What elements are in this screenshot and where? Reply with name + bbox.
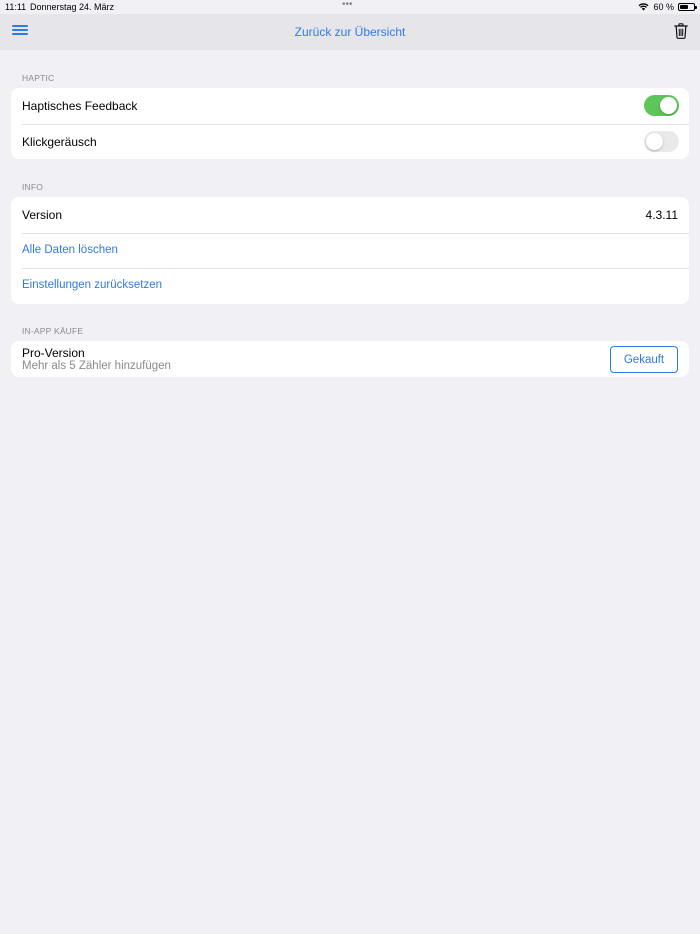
section-header-iap: IN-APP KÄUFE [22, 326, 84, 336]
haptic-feedback-label: Haptisches Feedback [22, 99, 138, 113]
version-value: 4.3.11 [645, 208, 678, 222]
battery-icon [678, 3, 697, 11]
delete-all-data-button[interactable]: Alle Daten löschen [22, 244, 118, 256]
pro-version-subtitle: Mehr als 5 Zähler hinzufügen [22, 360, 171, 372]
toggle-knob [660, 97, 677, 114]
status-date: Donnerstag 24. März [30, 2, 115, 12]
status-right: 60 % [638, 2, 697, 12]
section-header-info: INFO [22, 182, 44, 192]
delete-all-data-row[interactable]: Alle Daten löschen [11, 232, 689, 269]
click-sound-label: Klickgeräusch [22, 134, 97, 149]
info-card: Version 4.3.11 Alle Daten löschen Einste… [11, 197, 689, 304]
wifi-icon [639, 3, 649, 11]
section-header-haptic: HAPTIC [22, 73, 55, 83]
haptic-feedback-row: Haptisches Feedback [11, 88, 689, 124]
multitask-dots-icon[interactable]: ••• [342, 0, 353, 10]
pro-version-row: Pro-Version Mehr als 5 Zähler hinzufügen… [11, 341, 689, 377]
click-sound-row: Klickgeräusch [11, 123, 689, 160]
battery-percent: 60 % [653, 2, 674, 12]
version-row: Version 4.3.11 [11, 197, 689, 233]
status-bar: 11:11 Donnerstag 24. März ••• 60 % [0, 0, 700, 14]
reset-settings-row[interactable]: Einstellungen zurücksetzen [11, 268, 689, 304]
click-sound-toggle[interactable] [644, 130, 679, 152]
navigation-bar: Zurück zur Übersicht [0, 14, 700, 50]
reset-settings-button[interactable]: Einstellungen zurücksetzen [22, 279, 162, 291]
purchased-button[interactable]: Gekauft [610, 346, 678, 373]
haptic-card: Haptisches Feedback Klickgeräusch [11, 88, 689, 159]
haptic-feedback-toggle[interactable] [644, 95, 679, 116]
status-time: 11:11 [5, 2, 27, 12]
iap-card: Pro-Version Mehr als 5 Zähler hinzufügen… [11, 341, 689, 377]
toggle-knob [646, 132, 663, 150]
trash-icon[interactable] [674, 23, 688, 39]
pro-version-title: Pro-Version [22, 346, 85, 360]
back-to-overview-link[interactable]: Zurück zur Übersicht [0, 25, 700, 39]
version-label: Version [22, 208, 63, 222]
